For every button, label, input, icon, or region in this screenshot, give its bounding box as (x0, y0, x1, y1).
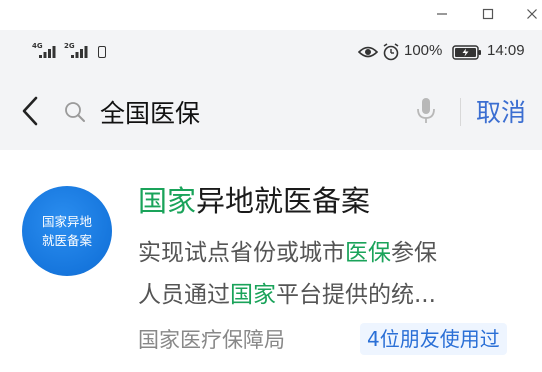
description-highlight: 国家 (230, 282, 276, 308)
description-text: 人员通过 (138, 282, 230, 308)
alarm-icon (383, 43, 399, 61)
result-description: 实现试点省份或城市医保参保 人员通过国家平台提供的统... (138, 232, 533, 316)
status-bar: 4G 2G 100% 14:09 (0, 30, 542, 76)
result-source: 国家医疗保障局 (138, 328, 285, 352)
description-text: 平台提供的统... (276, 282, 436, 308)
back-arrow-icon[interactable] (20, 94, 42, 128)
description-line: 人员通过国家平台提供的统... (138, 274, 533, 316)
status-time: 14:09 (487, 42, 525, 59)
description-text: 参保 (391, 240, 437, 266)
battery-percent: 100% (404, 42, 443, 59)
description-text: 实现试点省份或城市 (138, 240, 345, 266)
search-bar: 取消 (0, 76, 542, 150)
sim-card-icon (98, 46, 106, 58)
close-icon[interactable] (518, 2, 542, 26)
logo-text-line1: 国家异地 (41, 214, 92, 229)
battery-icon (452, 45, 481, 60)
cancel-button[interactable]: 取消 (476, 93, 526, 129)
search-icon (65, 102, 85, 122)
description-line: 实现试点省份或城市医保参保 (138, 232, 533, 274)
window-title-bar (0, 0, 542, 30)
description-highlight: 医保 (345, 240, 391, 266)
eye-icon (358, 46, 378, 58)
friends-used-badge: 4位朋友使用过 (360, 323, 507, 355)
search-input[interactable] (100, 92, 400, 132)
logo-text-line2: 就医备案 (41, 233, 92, 248)
minimize-icon[interactable] (428, 2, 456, 26)
result-title[interactable]: 国家异地就医备案 (138, 178, 370, 220)
maximize-icon[interactable] (474, 2, 502, 26)
title-highlight: 国家 (138, 184, 197, 218)
divider (460, 98, 461, 126)
microphone-icon[interactable] (415, 96, 437, 126)
service-logo: 国家异地 就医备案 (22, 186, 112, 276)
title-text: 异地就医备案 (196, 184, 371, 218)
search-result-card[interactable]: 国家异地 就医备案 国家异地就医备案 实现试点省份或城市医保参保 人员通过国家平… (0, 150, 542, 372)
